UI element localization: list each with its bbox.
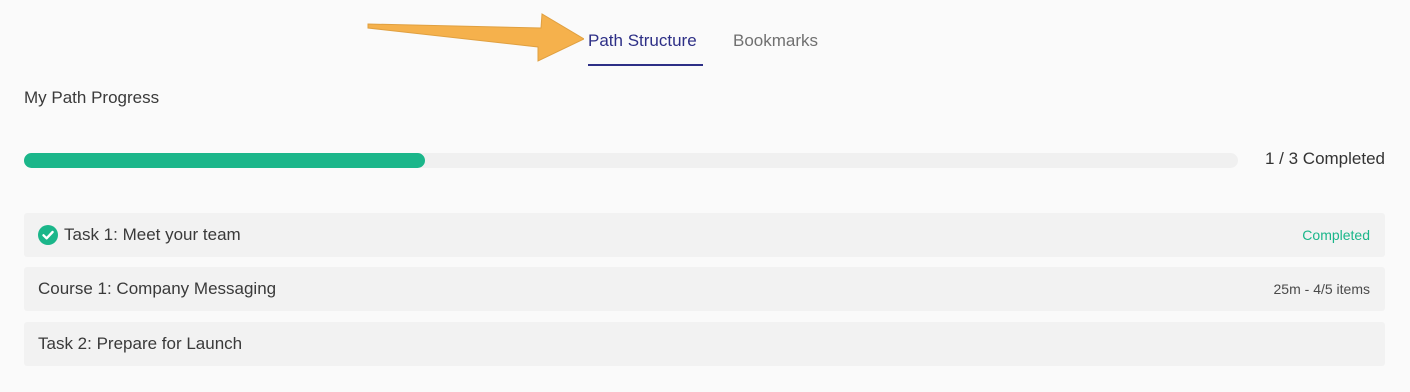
active-tab-indicator xyxy=(588,64,703,66)
progress-count-label: 1 / 3 Completed xyxy=(1264,149,1385,168)
item-title: Task 1: Meet your team xyxy=(64,225,241,244)
check-circle-icon xyxy=(38,225,58,245)
path-item-task-1[interactable]: Task 1: Meet your team Completed xyxy=(24,213,1385,257)
tab-bookmarks[interactable]: Bookmarks xyxy=(733,30,818,52)
item-title: Course 1: Company Messaging xyxy=(38,279,277,298)
path-progress-title: My Path Progress xyxy=(24,88,160,107)
item-meta: 25m - 4/5 items xyxy=(1273,281,1370,297)
status-badge: Completed xyxy=(1302,227,1370,243)
tab-path-structure[interactable]: Path Structure xyxy=(588,30,697,52)
tab-bar: Path Structure Bookmarks xyxy=(0,0,1410,70)
path-item-course-1[interactable]: Course 1: Company Messaging 25m - 4/5 it… xyxy=(24,267,1385,311)
path-item-task-2[interactable]: Task 2: Prepare for Launch xyxy=(24,322,1385,366)
path-progress-fill xyxy=(24,153,425,168)
item-header: Task 2: Prepare for Launch xyxy=(38,322,242,366)
path-progress-bar xyxy=(24,153,1238,168)
item-header: Task 1: Meet your team xyxy=(38,213,241,257)
item-title: Task 2: Prepare for Launch xyxy=(38,334,243,353)
annotation-arrow-icon xyxy=(367,13,584,62)
item-header: Course 1: Company Messaging xyxy=(38,267,276,311)
